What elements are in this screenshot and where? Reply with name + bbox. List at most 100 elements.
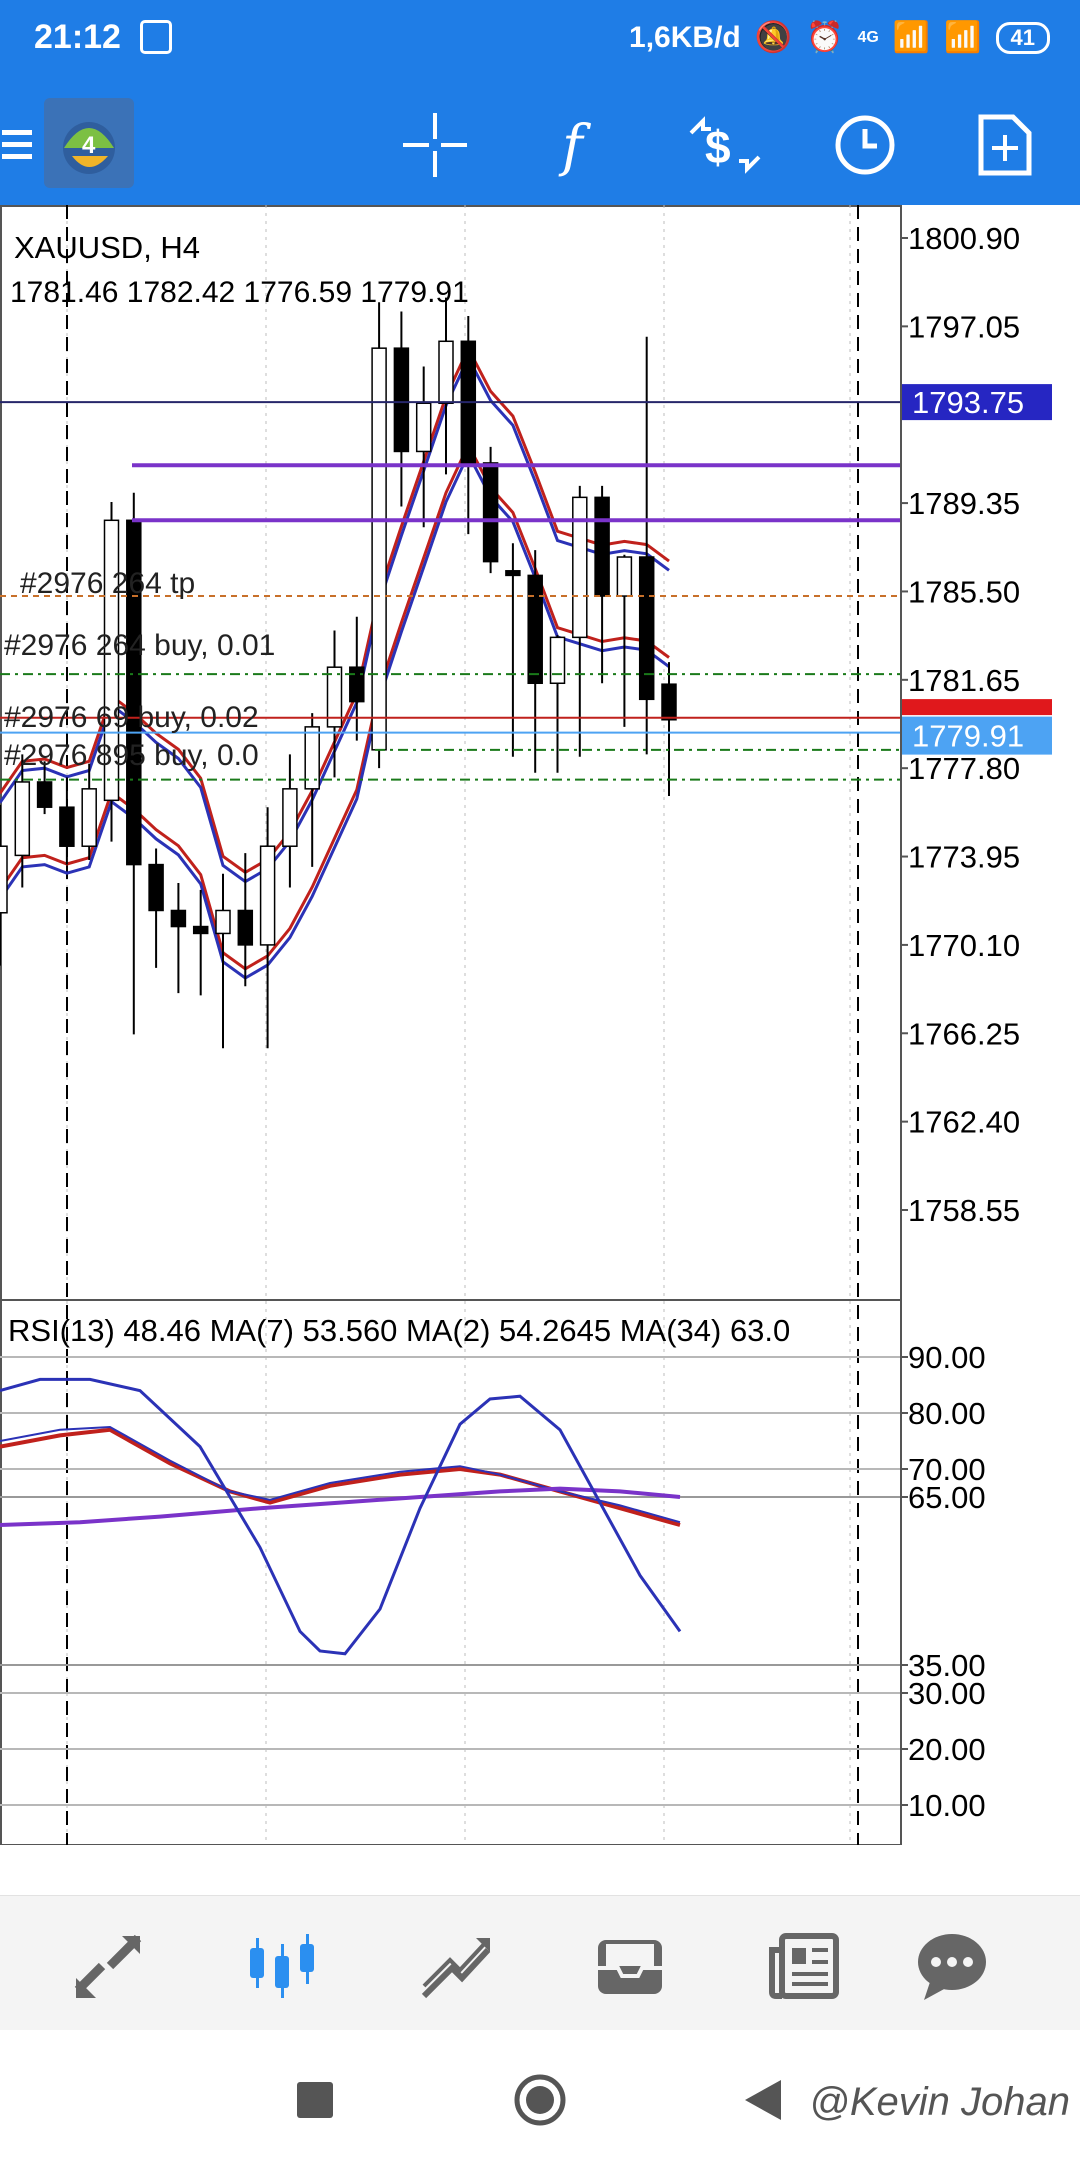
bear-candle-body (237, 909, 254, 946)
candle (638, 336, 655, 755)
indicators-icon[interactable]: f (545, 110, 615, 180)
symbol-timeframe: XAUUSD, H4 (14, 230, 200, 265)
nav-history-icon[interactable] (590, 1926, 670, 2006)
price-tick-label: 1766.25 (908, 1016, 1020, 1051)
nav-chat-icon[interactable] (912, 1926, 992, 2006)
bull-candle-body (0, 845, 8, 914)
bear-candle-body (192, 925, 209, 935)
signal-icon-2: 📶 (944, 21, 982, 54)
price-tick-label: 1777.80 (908, 751, 1020, 786)
nav-chart-icon[interactable] (242, 1926, 322, 2006)
rsi-tick-label: 65.00 (908, 1480, 986, 1515)
candle (148, 848, 164, 968)
candle (103, 501, 120, 842)
bull-candle-body (215, 909, 231, 935)
bull-candle-body (438, 340, 454, 405)
bull-candle-body (415, 402, 432, 453)
rsi-tick-label: 10.00 (908, 1788, 986, 1823)
candle (572, 485, 588, 757)
nav-quotes-icon[interactable] (68, 1926, 148, 2006)
candle (393, 311, 410, 507)
recent-apps-icon[interactable] (285, 2070, 345, 2130)
order-label-buy-1: #2976 264 buy, 0.01 (4, 629, 275, 662)
order-label-tp: #2976 264 tp (20, 567, 195, 600)
price-tick-label: 1800.90 (908, 221, 1020, 256)
candle (349, 616, 365, 741)
price-chart[interactable]: 1800.90 1797.05 1789.35 1785.50 1781.65 1777.… (0, 205, 1080, 1845)
candle (438, 297, 454, 475)
candle (616, 554, 633, 727)
bull-candle-body (371, 347, 387, 751)
rsi-ma-red (0, 1427, 681, 1527)
bear-candle-body (482, 462, 499, 563)
home-icon[interactable] (510, 2070, 570, 2130)
bull-candle-body (549, 636, 566, 685)
status-right: 1,6KB/d 🔕 ⏰ 4G 📶 📶 41 (629, 20, 1050, 55)
candle (59, 777, 75, 865)
bear-candle-body (638, 556, 655, 701)
alarm-icon: ⏰ (806, 21, 844, 54)
price-tick-label: 1773.95 (908, 840, 1020, 875)
price-tick-label: 1762.40 (908, 1105, 1020, 1140)
net-speed: 1,6KB/d (629, 20, 741, 54)
metatrader-logo: 4 (44, 98, 134, 188)
candle (505, 543, 521, 757)
status-bar: 21:12 1,6KB/d 🔕 ⏰ 4G 📶 📶 41 (0, 0, 1080, 80)
signal-4g: 4G (857, 28, 879, 46)
bid-price-tag (902, 699, 1052, 716)
candle (549, 635, 566, 773)
timeframe-clock-icon[interactable] (830, 110, 900, 180)
bottom-navigation (0, 1895, 1080, 2031)
price-tick-label: 1770.10 (908, 928, 1020, 963)
bull-candle-body (81, 788, 97, 847)
candle (215, 873, 231, 1049)
trade-currency-icon[interactable]: $ (685, 110, 765, 180)
candle (170, 882, 187, 994)
chart-frame (0, 205, 902, 1845)
bull-candle-body (282, 788, 298, 847)
bear-candle-body (59, 806, 75, 847)
bull-candle-body (259, 845, 276, 946)
bear-candle-body (661, 683, 677, 721)
candle (415, 366, 432, 528)
candle (282, 754, 298, 888)
crosshair-icon[interactable] (400, 110, 470, 180)
battery-indicator: 41 (995, 21, 1050, 54)
menu-icon[interactable] (0, 110, 34, 180)
ohlc-values: 1781.46 1782.42 1776.59 1779.91 (10, 276, 469, 309)
signal-icon: 📶 (892, 21, 931, 54)
svg-text:4: 4 (82, 132, 96, 159)
candle (527, 550, 543, 773)
shop-notification-icon (140, 20, 172, 54)
candle (460, 316, 477, 535)
current-price-label: 1779.91 (912, 719, 1024, 754)
bull-candle-body (14, 781, 31, 857)
bear-candle-body (36, 781, 53, 808)
rsi-oscillator-line (0, 1377, 682, 1656)
back-icon[interactable] (735, 2070, 795, 2130)
order-label-buy-3: #2976 895 buy, 0.0 (4, 739, 259, 772)
app-toolbar: 4 f $ (0, 80, 1080, 205)
price-tick-label: 1789.35 (908, 486, 1020, 521)
level-price-label: 1793.75 (912, 385, 1024, 420)
chart-area[interactable]: 1800.90 1797.05 1789.35 1785.50 1781.65 1777.… (0, 205, 1080, 1845)
order-label-buy-2: #2976 69 buy, 0.02 (4, 701, 259, 734)
candle (259, 807, 276, 1049)
rsi-tick-label: 20.00 (908, 1732, 986, 1767)
new-order-icon[interactable] (970, 110, 1040, 180)
price-tick-label: 1781.65 (908, 663, 1020, 698)
bear-candle-body (527, 574, 543, 685)
mute-bell-icon: 🔕 (754, 21, 793, 54)
nav-trade-icon[interactable] (416, 1926, 496, 2006)
bull-candle-body (616, 556, 633, 597)
bear-candle-body (148, 863, 164, 912)
nav-news-icon[interactable] (764, 1926, 844, 2006)
candle (371, 302, 387, 769)
upper-band-red (0, 345, 670, 875)
rsi-header: RSI(13) 48.46 MA(7) 53.560 MA(2) 54.2645… (8, 1313, 790, 1348)
rsi-tick-label: 90.00 (908, 1340, 986, 1375)
candle (81, 763, 97, 860)
rsi-ma-blue-thin (0, 1425, 681, 1524)
price-tick-label: 1758.55 (908, 1193, 1020, 1228)
bear-candle-body (594, 496, 610, 597)
